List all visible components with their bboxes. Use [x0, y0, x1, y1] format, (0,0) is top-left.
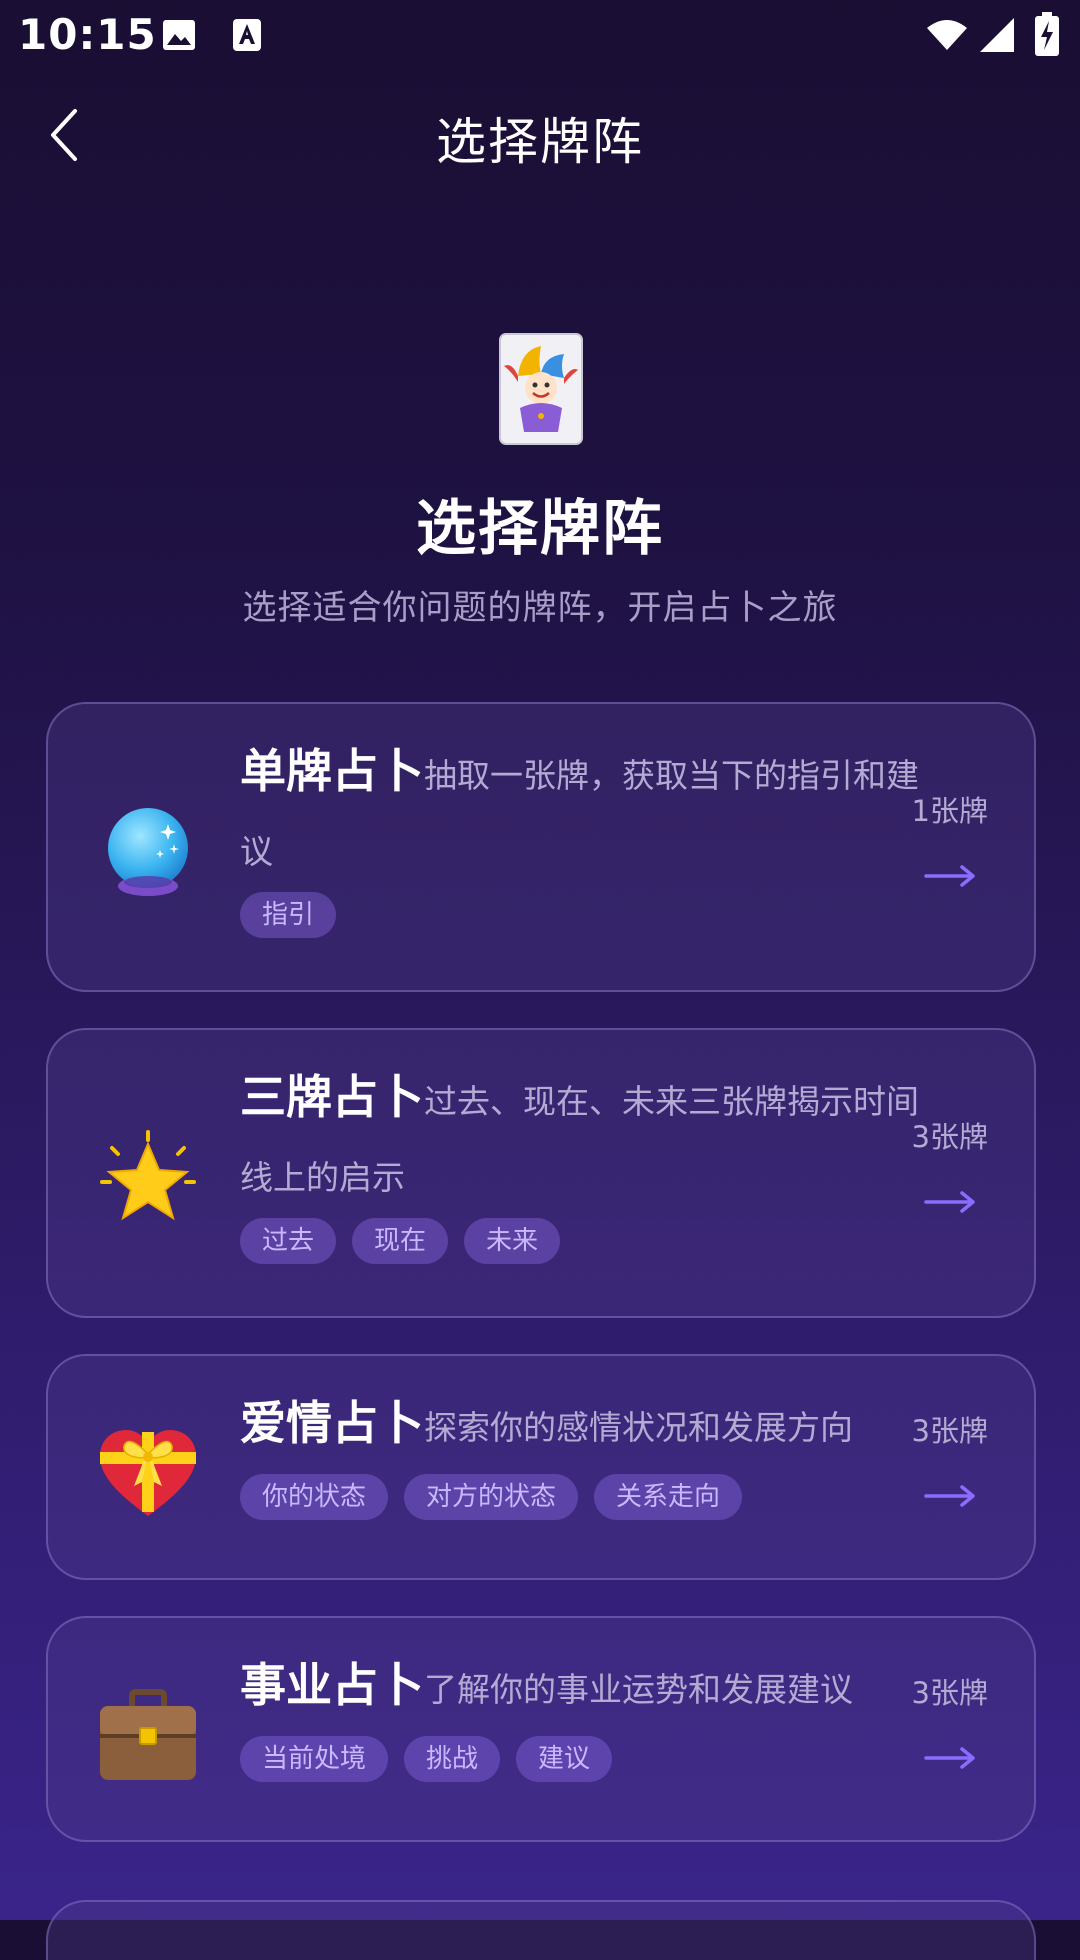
spread-title: 事业占卜 — [240, 1658, 424, 1712]
wifi-icon — [927, 20, 967, 50]
spread-tag: 挑战 — [404, 1736, 501, 1782]
spread-tag: 关系走向 — [594, 1474, 743, 1520]
status-bar: 10:15 — [0, 0, 1080, 72]
briefcase-icon — [100, 1689, 196, 1780]
spread-tag: 你的状态 — [240, 1474, 389, 1520]
header: 选择牌阵 — [0, 72, 1080, 202]
page-title: 选择牌阵 — [436, 113, 644, 171]
joker-card-icon — [499, 333, 583, 445]
arrow-right-icon — [924, 1485, 975, 1507]
spread-card-single[interactable]: 单牌占卜抽取一张牌，获取当下的指引和建议 指引 1张牌 — [46, 702, 1036, 992]
signal-icon — [980, 18, 1014, 52]
spread-tag: 未来 — [464, 1218, 561, 1264]
star-icon — [100, 1130, 196, 1221]
spread-card-count: 1张牌 — [911, 794, 988, 828]
spread-tag: 建议 — [516, 1736, 613, 1782]
hero-subtitle: 选择适合你问题的牌阵，开启占卜之旅 — [242, 588, 838, 628]
spread-tags: 过去 现在 未来 — [240, 1218, 561, 1264]
crystal-ball-icon — [108, 808, 188, 896]
spread-description: 探索你的感情状况和发展方向 — [424, 1408, 853, 1447]
spread-card-love[interactable]: 爱情占卜探索你的感情状况和发展方向 你的状态 对方的状态 关系走向 3张牌 — [46, 1354, 1036, 1580]
spread-card-text: 事业占卜了解你的事业运势和发展建议 — [240, 1650, 940, 1731]
hero-title: 选择牌阵 — [416, 494, 664, 564]
spread-card-text: 三牌占卜过去、现在、未来三张牌揭示时间线上的启示 — [240, 1062, 940, 1219]
battery-charging-icon — [1035, 12, 1059, 56]
spread-title: 三牌占卜 — [240, 1070, 424, 1124]
spread-tags: 当前处境 挑战 建议 — [240, 1736, 613, 1782]
spread-tag: 当前处境 — [240, 1736, 389, 1782]
spread-description: 了解你的事业运势和发展建议 — [424, 1670, 853, 1709]
arrow-right-icon — [924, 865, 975, 887]
heart-ribbon-icon — [100, 1430, 196, 1516]
spread-card-three[interactable]: 三牌占卜过去、现在、未来三张牌揭示时间线上的启示 过去 现在 未来 3张牌 — [46, 1028, 1036, 1318]
text-notification-icon — [233, 19, 261, 51]
arrow-right-icon — [924, 1191, 975, 1213]
spread-card-count: 3张牌 — [911, 1120, 988, 1154]
spread-card-count: 3张牌 — [911, 1676, 988, 1710]
spread-tag: 现在 — [352, 1218, 449, 1264]
spread-tags: 你的状态 对方的状态 关系走向 — [240, 1474, 743, 1520]
spread-card-text: 单牌占卜抽取一张牌，获取当下的指引和建议 — [240, 736, 940, 893]
spread-card-count: 3张牌 — [911, 1414, 988, 1448]
spread-card-text: 爱情占卜探索你的感情状况和发展方向 — [240, 1388, 940, 1469]
spread-tag: 指引 — [240, 892, 337, 938]
arrow-right-icon — [924, 1747, 975, 1769]
gallery-notification-icon — [163, 20, 195, 50]
spread-tag: 过去 — [240, 1218, 337, 1264]
spread-card-career[interactable]: 事业占卜了解你的事业运势和发展建议 当前处境 挑战 建议 3张牌 — [46, 1616, 1036, 1842]
spread-tag: 对方的状态 — [404, 1474, 579, 1520]
spread-title: 单牌占卜 — [240, 744, 424, 798]
status-time: 10:15 — [18, 10, 157, 59]
spread-card-next[interactable] — [46, 1900, 1036, 1960]
spread-title: 爱情占卜 — [240, 1396, 424, 1450]
spread-tags: 指引 — [240, 892, 337, 938]
